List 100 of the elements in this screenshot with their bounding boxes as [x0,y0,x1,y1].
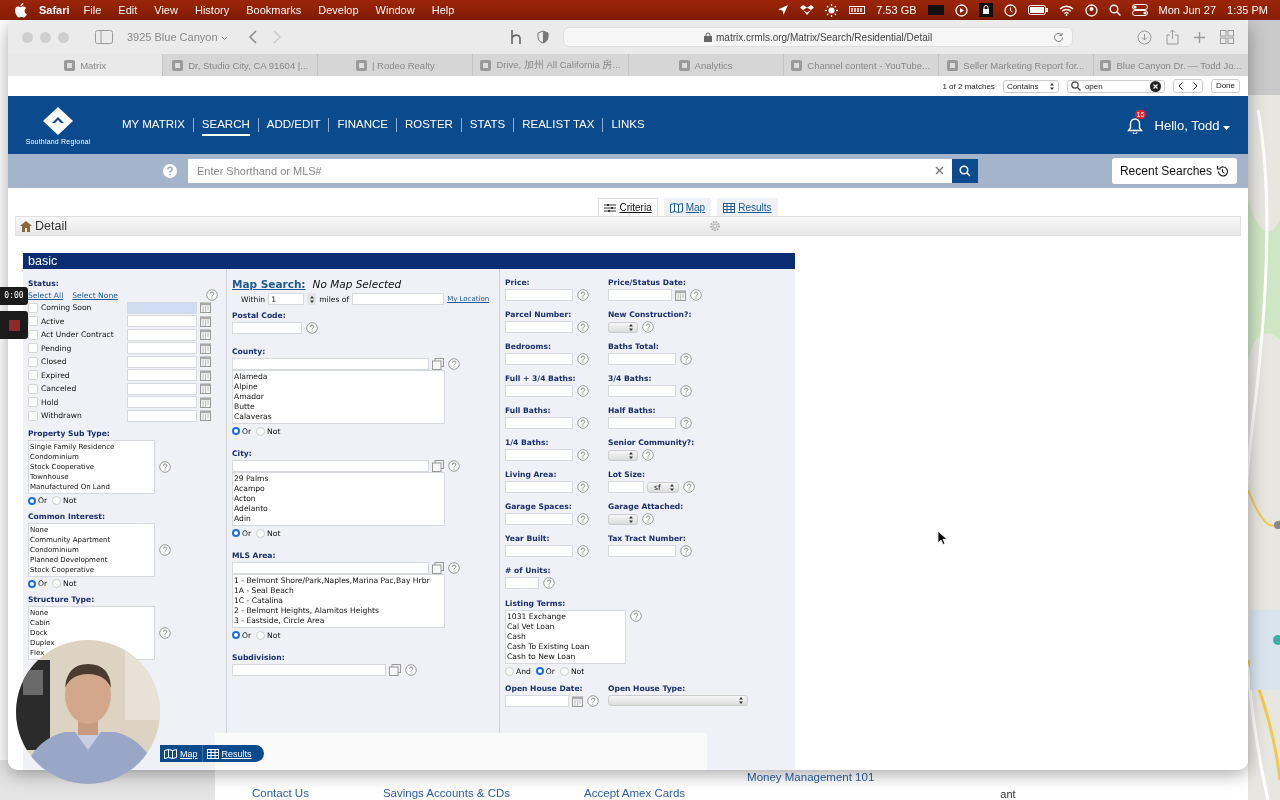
done-button[interactable]: Done [1210,79,1240,93]
calendar-icon[interactable] [200,329,211,341]
lookup-field[interactable] [232,358,429,370]
menu-item[interactable]: Help [431,4,455,16]
help-icon[interactable] [642,321,654,333]
sun-icon[interactable] [825,3,839,17]
download-icon[interactable] [1137,29,1152,45]
lookup-field[interactable] [232,562,429,574]
lookup-icon[interactable] [432,358,444,370]
view-tab[interactable]: Map [663,198,712,216]
select-field[interactable] [608,513,638,525]
battery-icon[interactable] [1027,5,1048,15]
radio-button[interactable] [232,427,240,435]
help-icon[interactable] [680,385,692,397]
help-icon[interactable] [159,543,171,556]
clear-icon[interactable] [1149,80,1161,92]
user-icon[interactable] [1084,3,1098,17]
checkbox[interactable] [28,356,38,367]
menu-item[interactable]: Develop [318,4,359,16]
nav-link[interactable]: ADD/EDIT [266,114,321,136]
help-icon[interactable] [577,353,589,365]
radio-button[interactable] [535,667,544,675]
clock-icon[interactable] [1003,3,1017,17]
menu-item[interactable]: Edit [118,4,138,16]
menu-item[interactable]: History [194,4,230,16]
address-bar[interactable]: matrix.crmls.org/Matrix/Search/Residential/Detail [563,27,1073,47]
text-field[interactable] [505,513,573,525]
reload-icon[interactable] [1053,31,1064,43]
help-icon[interactable] [630,610,642,622]
footer-link[interactable]: Money Management 101 [747,770,875,784]
text-field[interactable] [505,385,573,397]
help-icon[interactable] [405,664,417,676]
tab-overview-icon[interactable] [1220,30,1234,44]
match-mode-select[interactable]: Contains [1002,79,1059,93]
nav-link[interactable]: LINKS [611,114,645,136]
lookup-field[interactable] [232,460,429,472]
text-field[interactable] [608,481,644,493]
help-icon[interactable] [642,449,654,461]
apple-icon[interactable] [14,2,27,18]
menu-item[interactable]: File [83,4,102,16]
nav-link[interactable]: MY MATRIX [122,114,185,136]
text-field[interactable] [608,353,676,365]
search-button[interactable] [952,159,978,183]
date-field[interactable] [127,409,197,422]
checkbox[interactable] [28,410,38,421]
date-field[interactable] [127,355,197,368]
text-field[interactable] [505,321,573,333]
minimize-button[interactable] [40,31,51,43]
radio-button[interactable] [28,579,36,588]
select-field[interactable] [608,321,638,333]
box-icon[interactable] [800,4,815,16]
help-icon[interactable] [448,562,460,574]
help-icon[interactable] [683,481,695,493]
sidebar-icon[interactable] [95,30,113,44]
lookup-icon[interactable] [389,664,401,676]
bottom-tab[interactable]: Map [160,745,203,762]
control-center-icon[interactable] [1131,4,1148,16]
nav-link[interactable]: ROSTER [404,114,453,136]
wifi-icon[interactable] [1058,4,1074,16]
share-icon[interactable] [1166,29,1179,45]
help-icon[interactable] [577,545,589,557]
radio-button[interactable] [232,631,240,639]
map-search-link[interactable]: Map Search: [232,278,306,290]
stop-recording-button[interactable] [0,311,28,339]
calendar-icon[interactable] [675,289,686,301]
settings-icon[interactable] [709,220,721,232]
radio-button[interactable] [28,496,36,505]
help-icon[interactable] [206,289,218,301]
date-field[interactable] [127,369,197,382]
recent-searches-button[interactable]: Recent Searches [1111,158,1237,184]
nav-link[interactable]: STATS [469,114,506,136]
text-field[interactable] [505,577,539,589]
calendar-icon[interactable] [200,315,211,327]
lookup-field[interactable] [232,664,386,676]
text-field[interactable] [505,449,573,461]
display-icon[interactable] [927,4,944,16]
checkbox[interactable] [28,370,38,381]
view-tab[interactable]: Results [717,198,778,216]
date-field[interactable] [127,315,197,328]
help-icon[interactable] [577,385,589,397]
search-icon[interactable] [1108,4,1121,16]
forward-icon[interactable] [271,30,282,44]
help-icon[interactable] [159,460,171,473]
calendar-icon[interactable] [572,695,583,707]
nav-link[interactable]: REALIST TAX [522,114,595,136]
help-icon[interactable] [577,449,589,461]
help-icon[interactable] [159,626,171,639]
help-icon[interactable] [577,417,589,429]
menu-bar-time[interactable]: 1:35 PM [1227,4,1268,16]
help-icon[interactable] [577,321,589,333]
help-icon[interactable] [448,460,460,472]
calendar-icon[interactable] [200,342,211,354]
help-icon[interactable] [577,513,589,525]
help-icon[interactable] [680,417,692,429]
nav-link[interactable]: FINANCE [337,114,388,136]
menu-item[interactable]: Window [375,4,415,16]
date-field[interactable] [127,328,197,341]
checkbox[interactable] [28,302,38,313]
menu-item[interactable]: Safari [39,4,70,16]
search-field[interactable]: Enter Shorthand or MLS# [188,159,952,183]
